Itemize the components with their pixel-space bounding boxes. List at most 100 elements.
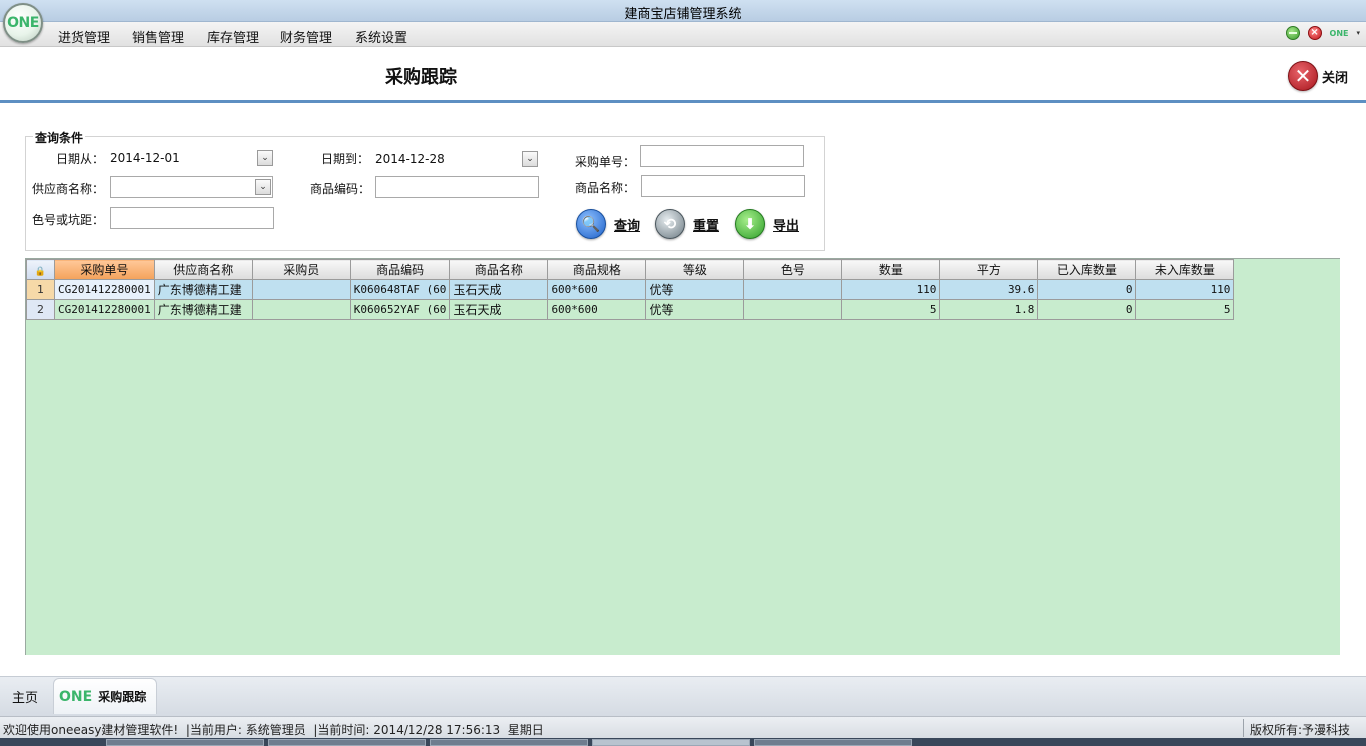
- row-number: 1: [26, 279, 55, 300]
- col-header-spec[interactable]: 商品规格: [547, 259, 647, 280]
- cell-product-name[interactable]: 玉石天成: [449, 299, 549, 320]
- date-from-value[interactable]: 2014-12-01: [110, 151, 180, 165]
- close-icon: ✕: [1287, 61, 1318, 91]
- col-header-sqm[interactable]: 平方: [939, 259, 1039, 280]
- reset-label: 重置: [693, 218, 720, 234]
- page-header: 采购跟踪 ✕ 关闭: [0, 47, 1366, 103]
- taskbar-item[interactable]: [592, 739, 750, 746]
- search-button[interactable]: 🔍 查询: [576, 209, 640, 239]
- data-grid: 🔒 采购单号 供应商名称 采购员 商品编码 商品名称 商品规格 等级 色号 数量…: [25, 258, 1340, 655]
- cell-product-code[interactable]: K060652YAF (60: [349, 299, 451, 320]
- product-name-input[interactable]: [641, 175, 805, 197]
- cell-quantity[interactable]: 110: [841, 279, 941, 300]
- table-row[interactable]: 1 CG201412280001 广东博德精工建 K060648TAF (60 …: [26, 279, 1235, 300]
- export-button[interactable]: ⬇ 导出: [735, 209, 799, 239]
- chevron-down-icon[interactable]: ▾: [1356, 29, 1360, 37]
- date-to-value[interactable]: 2014-12-28: [375, 152, 445, 166]
- product-code-label: 商品编码：: [310, 182, 371, 196]
- order-no-input[interactable]: [640, 145, 804, 167]
- cell-color[interactable]: [743, 299, 843, 320]
- cell-sqm[interactable]: 1.8: [939, 299, 1039, 320]
- cell-received[interactable]: 0: [1037, 279, 1137, 300]
- brand-mini-icon[interactable]: ONE: [1330, 29, 1349, 38]
- cell-supplier[interactable]: 广东博德精工建: [153, 299, 253, 320]
- date-from-label: 日期从：: [56, 152, 105, 166]
- col-header-buyer[interactable]: 采购员: [251, 259, 351, 280]
- export-label: 导出: [773, 218, 800, 234]
- table-row[interactable]: 2 CG201412280001 广东博德精工建 K060652YAF (60 …: [26, 299, 1235, 320]
- page-title: 采购跟踪: [385, 67, 457, 88]
- cell-grade[interactable]: 优等: [645, 279, 745, 300]
- cell-supplier[interactable]: 广东博德精工建: [153, 279, 253, 300]
- col-header-product-name[interactable]: 商品名称: [449, 259, 549, 280]
- tab-home[interactable]: 主页: [12, 687, 38, 706]
- lock-icon[interactable]: 🔒: [26, 259, 55, 280]
- taskbar-item[interactable]: [430, 739, 588, 746]
- color-input[interactable]: [110, 207, 274, 229]
- date-from-dropdown-icon[interactable]: ⌄: [257, 150, 273, 166]
- cell-buyer[interactable]: [251, 279, 351, 300]
- col-header-supplier[interactable]: 供应商名称: [153, 259, 253, 280]
- cell-order-no[interactable]: CG201412280001: [54, 279, 155, 300]
- table-header-row: 🔒 采购单号 供应商名称 采购员 商品编码 商品名称 商品规格 等级 色号 数量…: [26, 259, 1235, 280]
- close-label: 关闭: [1321, 70, 1348, 86]
- cell-spec[interactable]: 600*600: [547, 279, 647, 300]
- col-header-received[interactable]: 已入库数量: [1037, 259, 1137, 280]
- window-controls: × ONE ▾: [1285, 26, 1360, 40]
- window-close-icon[interactable]: ×: [1307, 26, 1322, 40]
- menu-sales[interactable]: 销售管理: [132, 27, 184, 46]
- minimize-icon[interactable]: [1285, 26, 1300, 40]
- tab-purchase-tracking[interactable]: ONE 采购跟踪: [53, 678, 157, 714]
- product-code-input[interactable]: [375, 176, 539, 198]
- status-divider: [1243, 719, 1244, 737]
- col-header-color[interactable]: 色号: [743, 259, 843, 280]
- cell-not-received[interactable]: 110: [1135, 279, 1235, 300]
- taskbar-item[interactable]: [106, 739, 264, 746]
- cell-received[interactable]: 0: [1037, 299, 1137, 320]
- cell-color[interactable]: [743, 279, 843, 300]
- cell-product-name[interactable]: 玉石天成: [449, 279, 549, 300]
- app-title: 建商宝店铺管理系统: [624, 7, 742, 22]
- reset-button[interactable]: ⟲ 重置: [655, 209, 719, 239]
- cell-grade[interactable]: 优等: [645, 299, 745, 320]
- color-label: 色号或坑距：: [32, 213, 105, 227]
- one-brand-icon: ONE: [59, 688, 93, 705]
- taskbar-item[interactable]: [268, 739, 426, 746]
- search-icon: 🔍: [576, 209, 606, 239]
- title-bar: 建商宝店铺管理系统: [0, 0, 1366, 22]
- menu-bar: 进货管理 销售管理 库存管理 财务管理 系统设置 × ONE ▾: [0, 22, 1366, 47]
- col-header-order-no[interactable]: 采购单号: [54, 259, 155, 280]
- cell-sqm[interactable]: 39.6: [939, 279, 1039, 300]
- search-label: 查询: [614, 218, 641, 234]
- cell-order-no[interactable]: CG201412280001: [54, 299, 155, 320]
- col-header-not-received[interactable]: 未入库数量: [1135, 259, 1235, 280]
- cell-spec[interactable]: 600*600: [547, 299, 647, 320]
- taskbar-item[interactable]: [754, 739, 912, 746]
- col-header-product-code[interactable]: 商品编码: [349, 259, 451, 280]
- cell-quantity[interactable]: 5: [841, 299, 941, 320]
- menu-inventory[interactable]: 库存管理: [207, 27, 259, 46]
- purchase-table: 🔒 采购单号 供应商名称 采购员 商品编码 商品名称 商品规格 等级 色号 数量…: [26, 259, 1235, 320]
- cell-not-received[interactable]: 5: [1135, 299, 1235, 320]
- col-header-quantity[interactable]: 数量: [841, 259, 941, 280]
- date-to-label: 日期到：: [321, 152, 370, 166]
- app-logo[interactable]: ONE: [3, 3, 43, 43]
- close-page-button[interactable]: ✕ 关闭: [1287, 61, 1348, 91]
- menu-finance[interactable]: 财务管理: [280, 27, 332, 46]
- supplier-combobox[interactable]: ⌄: [110, 176, 273, 198]
- cell-buyer[interactable]: [251, 299, 351, 320]
- copyright-text: 版权所有:予漫科技: [1249, 723, 1350, 737]
- product-name-label: 商品名称：: [575, 181, 636, 195]
- menu-settings[interactable]: 系统设置: [355, 27, 407, 46]
- order-no-label: 采购单号：: [575, 155, 636, 169]
- col-header-grade[interactable]: 等级: [645, 259, 745, 280]
- row-number: 2: [26, 299, 55, 320]
- supplier-dropdown-icon[interactable]: ⌄: [255, 179, 271, 195]
- menu-purchase[interactable]: 进货管理: [58, 27, 110, 46]
- cell-product-code[interactable]: K060648TAF (60: [349, 279, 451, 300]
- date-to-dropdown-icon[interactable]: ⌄: [522, 151, 538, 167]
- status-bar: 欢迎使用oneeasy建材管理软件! |当前用户: 系统管理员 |当前时间: 2…: [0, 716, 1366, 738]
- status-text: 欢迎使用oneeasy建材管理软件! |当前用户: 系统管理员 |当前时间: 2…: [3, 723, 544, 737]
- tab-purchase-tracking-label: 采购跟踪: [98, 690, 147, 704]
- supplier-label: 供应商名称：: [32, 182, 105, 196]
